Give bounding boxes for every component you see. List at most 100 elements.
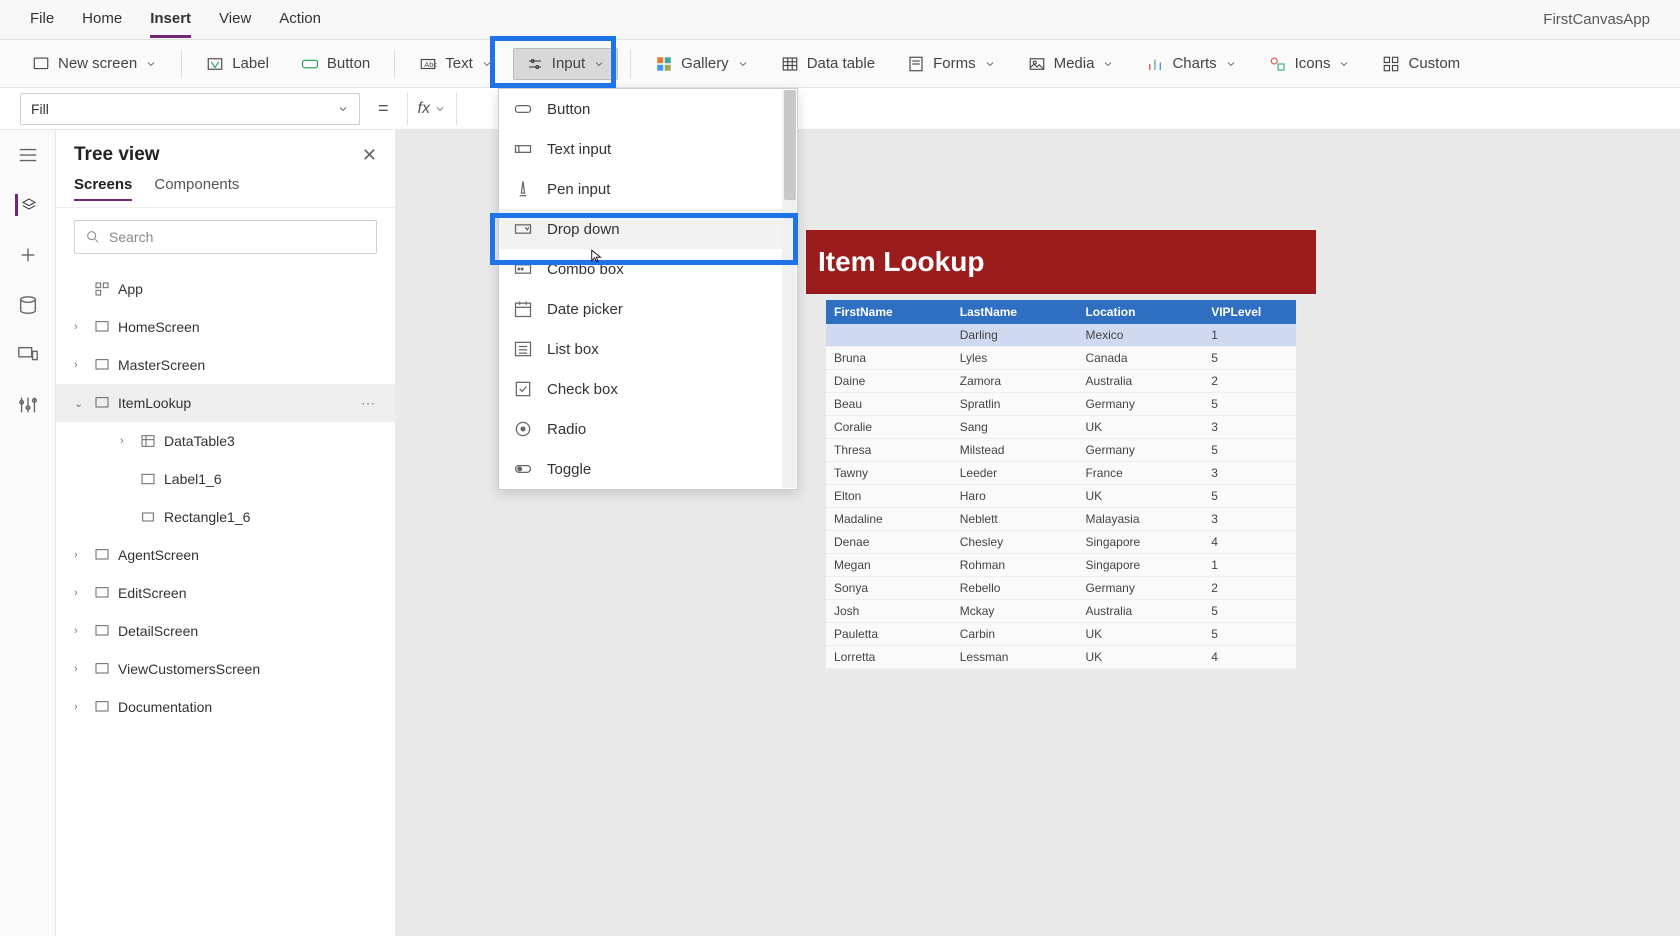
sidebar-title: Tree view: [74, 144, 160, 166]
dropdown-item-check-box[interactable]: Check box: [499, 369, 797, 409]
ribbon-forms[interactable]: Forms: [895, 49, 1008, 79]
gallery-icon: [655, 55, 673, 73]
table-row[interactable]: EltonHaroUK5: [826, 485, 1296, 508]
left-rail: [0, 130, 56, 936]
table-row[interactable]: DaineZamoraAustralia2: [826, 370, 1296, 393]
tree-agentscreen[interactable]: › AgentScreen: [56, 536, 395, 574]
dropdown-item-drop-down[interactable]: Drop down: [499, 209, 797, 249]
app-icon: [94, 281, 110, 297]
toggle-icon: [513, 459, 533, 479]
combo-box-icon: [513, 259, 533, 279]
screen-icon: [94, 319, 110, 335]
ribbon-media[interactable]: Media: [1016, 49, 1127, 79]
tab-screens[interactable]: Screens: [74, 176, 132, 201]
ribbon-icons[interactable]: Icons: [1257, 49, 1363, 79]
ribbon-custom[interactable]: Custom: [1370, 49, 1472, 79]
radio-icon: [513, 419, 533, 439]
grid-icon: [1382, 55, 1400, 73]
tree-masterscreen[interactable]: › MasterScreen: [56, 346, 395, 384]
table-row[interactable]: DarlingMexico1: [826, 324, 1296, 347]
table-row[interactable]: PaulettaCarbinUK5: [826, 623, 1296, 646]
table-row[interactable]: SonyaRebelloGermany2: [826, 577, 1296, 600]
dropdown-item-date-picker[interactable]: Date picker: [499, 289, 797, 329]
tree-documentation[interactable]: › Documentation: [56, 688, 395, 726]
separator: [181, 50, 182, 78]
shapes-icon: [1269, 55, 1287, 73]
table-row[interactable]: CoralieSangUK3: [826, 416, 1296, 439]
devices-icon[interactable]: [17, 344, 39, 366]
dropdown-item-list-box[interactable]: List box: [499, 329, 797, 369]
ribbon-text[interactable]: Abc Text: [407, 49, 505, 79]
table-row[interactable]: LorrettaLessmanUK4: [826, 646, 1296, 669]
menu-insert[interactable]: Insert: [150, 2, 191, 38]
table-row[interactable]: MadalineNeblettMalayasia3: [826, 508, 1296, 531]
input-dropdown-menu: ButtonText inputPen inputDrop downCombo …: [498, 88, 798, 490]
dropdown-item-radio[interactable]: Radio: [499, 409, 797, 449]
dropdown-item-combo-box[interactable]: Combo box: [499, 249, 797, 289]
ribbon-charts[interactable]: Charts: [1134, 49, 1248, 79]
menu-view[interactable]: View: [219, 2, 251, 38]
screen-icon: [94, 585, 110, 601]
table-row[interactable]: DenaeChesleySingapore4: [826, 531, 1296, 554]
chevron-down-icon: [145, 58, 157, 70]
search-input[interactable]: Search: [74, 220, 377, 254]
equals-sign: =: [370, 98, 397, 119]
separator: [630, 50, 631, 78]
ribbon-button[interactable]: Button: [289, 49, 382, 79]
table-row[interactable]: ThresaMilsteadGermany5: [826, 439, 1296, 462]
mouse-cursor-icon: [590, 247, 604, 265]
ribbon-label: New screen: [58, 55, 137, 72]
screen-icon: [94, 547, 110, 563]
dropdown-item-toggle[interactable]: Toggle: [499, 449, 797, 489]
date-picker-icon: [513, 299, 533, 319]
tree-rectangle1-6[interactable]: Rectangle1_6: [56, 498, 395, 536]
button-icon: [513, 99, 533, 119]
tree-itemlookup[interactable]: ⌄ ItemLookup ⋯: [56, 384, 395, 422]
hamburger-icon[interactable]: [17, 144, 39, 166]
drop-down-icon: [513, 219, 533, 239]
settings-icon[interactable]: [17, 394, 39, 416]
table-row[interactable]: JoshMckayAustralia5: [826, 600, 1296, 623]
ribbon-datatable[interactable]: Data table: [769, 49, 887, 79]
screen-icon: [32, 55, 50, 73]
database-icon[interactable]: [17, 294, 39, 316]
table-row[interactable]: BrunaLylesCanada5: [826, 347, 1296, 370]
dropdown-item-pen-input[interactable]: Pen input: [499, 169, 797, 209]
table-row[interactable]: BeauSpratlinGermany5: [826, 393, 1296, 416]
sidebar: Tree view ✕ Screens Components Search Ap…: [56, 130, 396, 936]
chevron-down-icon: [984, 58, 996, 70]
tree-editscreen[interactable]: › EditScreen: [56, 574, 395, 612]
ribbon-new-screen[interactable]: New screen: [20, 49, 169, 79]
menu-action[interactable]: Action: [279, 2, 321, 38]
ribbon-label[interactable]: Label: [194, 49, 281, 79]
fx-button[interactable]: fx: [407, 93, 457, 125]
pen-input-icon: [513, 179, 533, 199]
scrollbar-thumb[interactable]: [784, 90, 796, 200]
separator: [394, 50, 395, 78]
tab-components[interactable]: Components: [154, 176, 239, 201]
layers-icon[interactable]: [15, 194, 37, 216]
close-icon[interactable]: ✕: [362, 145, 377, 166]
tree-app[interactable]: App: [56, 270, 395, 308]
more-icon[interactable]: ⋯: [361, 395, 377, 412]
lookup-table: FirstName LastName Location VIPLevel Dar…: [826, 300, 1296, 669]
ribbon-input[interactable]: Input: [513, 48, 618, 80]
tree-datatable3[interactable]: › DataTable3: [56, 422, 395, 460]
property-dropdown[interactable]: Fill: [20, 93, 360, 125]
image-icon: [1028, 55, 1046, 73]
tree-homescreen[interactable]: › HomeScreen: [56, 308, 395, 346]
screen-icon: [94, 661, 110, 677]
plus-icon[interactable]: [17, 244, 39, 266]
menu-file[interactable]: File: [30, 2, 54, 38]
menu-home[interactable]: Home: [82, 2, 122, 38]
tree-label1-6[interactable]: Label1_6: [56, 460, 395, 498]
tree-detailscreen[interactable]: › DetailScreen: [56, 612, 395, 650]
table-row[interactable]: TawnyLeederFrance3: [826, 462, 1296, 485]
table-row[interactable]: MeganRohmanSingapore1: [826, 554, 1296, 577]
tree-viewcustomersscreen[interactable]: › ViewCustomersScreen: [56, 650, 395, 688]
ribbon-gallery[interactable]: Gallery: [643, 49, 761, 79]
table-header: FirstName LastName Location VIPLevel: [826, 300, 1296, 324]
dropdown-item-button[interactable]: Button: [499, 89, 797, 129]
dropdown-item-text-input[interactable]: Text input: [499, 129, 797, 169]
search-icon: [85, 229, 101, 245]
